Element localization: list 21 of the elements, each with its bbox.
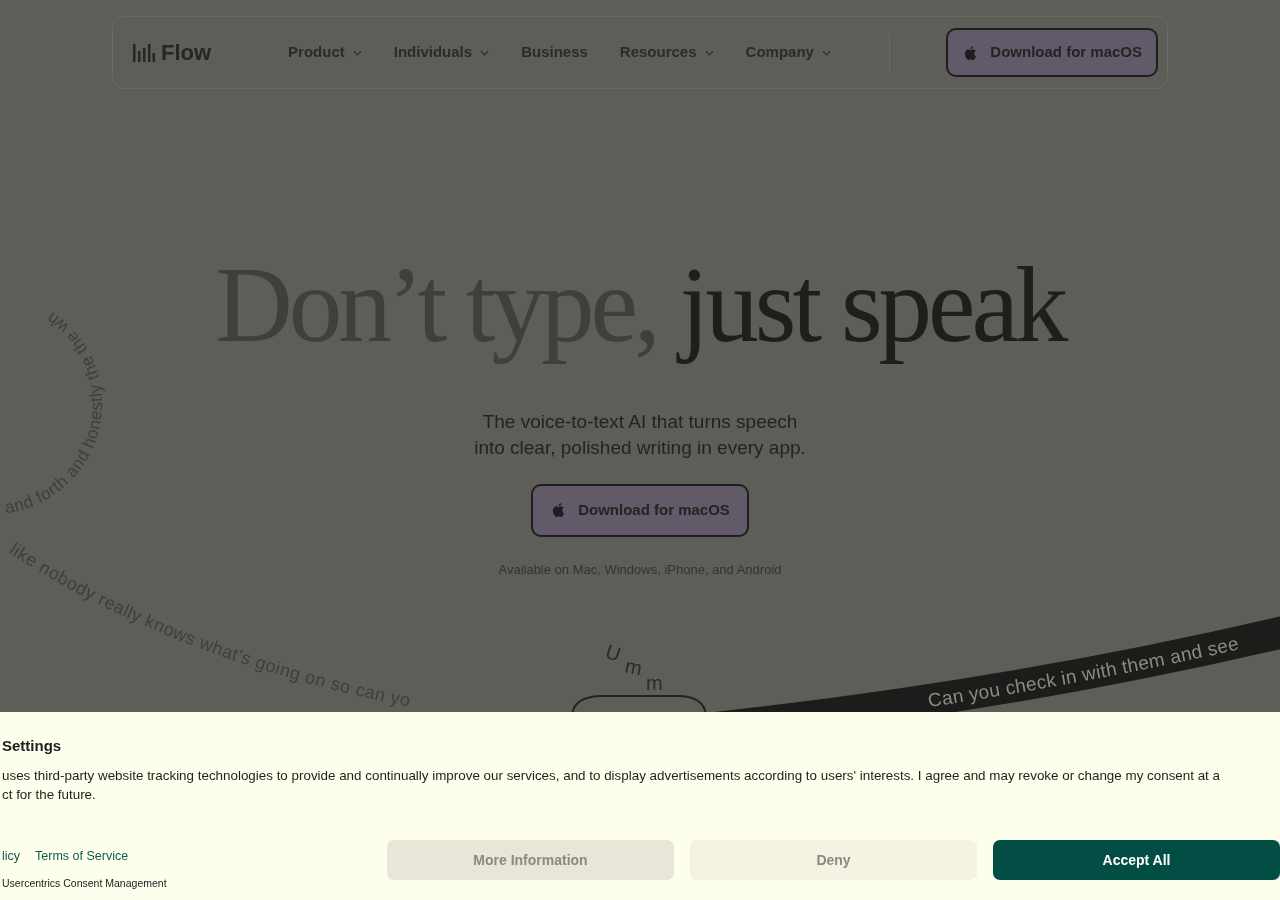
chevron-down-icon bbox=[821, 49, 831, 56]
sound-bars-icon bbox=[133, 41, 155, 64]
ribbon-phrase: Can you check in with them and see bbox=[926, 632, 1241, 712]
chevron-down-icon bbox=[352, 49, 362, 56]
consent-button[interactable]: Accept All bbox=[993, 840, 1280, 880]
consent-title: Settings bbox=[2, 737, 63, 755]
policy-link[interactable]: licy bbox=[2, 847, 21, 866]
download-button[interactable]: Download for macOS bbox=[946, 28, 1158, 77]
powered-by-text: Usercentrics Consent Management bbox=[2, 875, 168, 891]
consent-button[interactable]: More Information bbox=[387, 840, 674, 880]
chevron-down-icon bbox=[704, 49, 714, 56]
flow-logo[interactable]: Flow bbox=[133, 36, 212, 69]
hero-subtitle: The voice-to-text AI that turns speech bbox=[482, 409, 798, 434]
download-button[interactable]: Download for macOS bbox=[531, 483, 749, 537]
consent-button[interactable]: Deny bbox=[690, 840, 977, 880]
hero-subtitle: into clear, polished writing in every app. bbox=[474, 435, 806, 460]
policy-link[interactable]: Terms of Service bbox=[35, 847, 129, 866]
chevron-down-icon bbox=[480, 49, 490, 56]
consent-text: ct for the future. bbox=[2, 786, 97, 804]
logo-text: Flow bbox=[161, 39, 212, 67]
consent-text: uses third-party website tracking technologies to provide and continually improve our services, and to display advertisements according to users' interests. I agree and may revoke or change my consent at a bbox=[2, 767, 1221, 785]
